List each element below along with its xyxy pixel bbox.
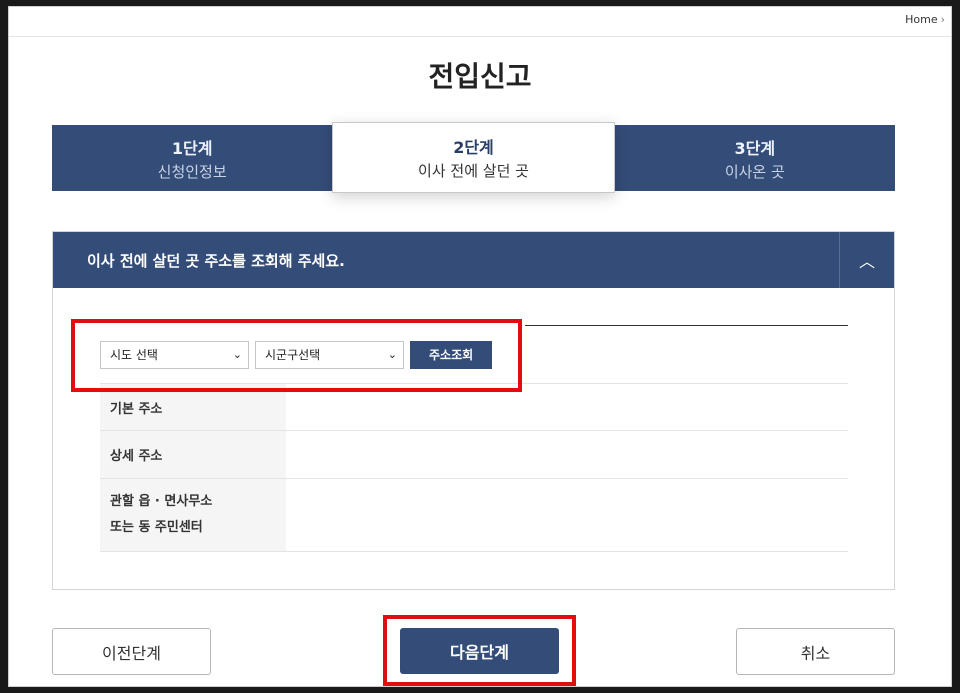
step-number: 2단계 [453, 138, 494, 157]
highlight-box-next [383, 615, 576, 686]
step-label: 신청인정보 [157, 162, 227, 181]
prev-step-button[interactable]: 이전단계 [52, 628, 211, 675]
address-panel: 이사 전에 살던 곳 주소를 조회해 주세요. ︿ 시도 선택 ⌄ 시군구선택 … [52, 231, 895, 590]
step-label: 이사 전에 살던 곳 [418, 162, 529, 180]
field-value [286, 479, 848, 551]
field-row-office: 관할 읍 · 면사무소 또는 동 주민센터 [100, 479, 848, 552]
panel-title: 이사 전에 살던 곳 주소를 조회해 주세요. [87, 251, 345, 270]
highlight-box-search [71, 319, 522, 392]
step-1: 1단계 신청인정보 [52, 125, 332, 191]
field-label-line: 또는 동 주민센터 [110, 520, 203, 535]
step-label: 이사온 곳 [724, 162, 785, 181]
field-label: 상세 주소 [100, 431, 286, 478]
divider [525, 325, 848, 326]
chevron-right-icon: › [940, 13, 945, 26]
step-2-active: 2단계 이사 전에 살던 곳 [332, 122, 615, 193]
field-value [286, 431, 848, 478]
panel-header: 이사 전에 살던 곳 주소를 조회해 주세요. ︿ [53, 232, 894, 288]
collapse-toggle-button[interactable]: ︿ [839, 232, 894, 288]
chevron-up-icon: ︿ [858, 252, 875, 271]
field-label: 관할 읍 · 면사무소 또는 동 주민센터 [100, 479, 286, 551]
page-title: 전입신고 [428, 60, 532, 93]
step-number: 1단계 [171, 138, 213, 158]
home-label: Home [905, 13, 938, 26]
step-3: 3단계 이사온 곳 [615, 125, 895, 191]
field-row-detail-address: 상세 주소 [100, 431, 848, 479]
home-link[interactable]: Home › [905, 13, 945, 26]
field-label-line: 관할 읍 · 면사무소 [110, 494, 213, 509]
step-indicator: 1단계 신청인정보 2단계 이사 전에 살던 곳 3단계 이사온 곳 [52, 122, 895, 193]
top-bar: Home › [9, 7, 951, 37]
cancel-button[interactable]: 취소 [736, 628, 895, 675]
step-number: 3단계 [734, 138, 776, 158]
